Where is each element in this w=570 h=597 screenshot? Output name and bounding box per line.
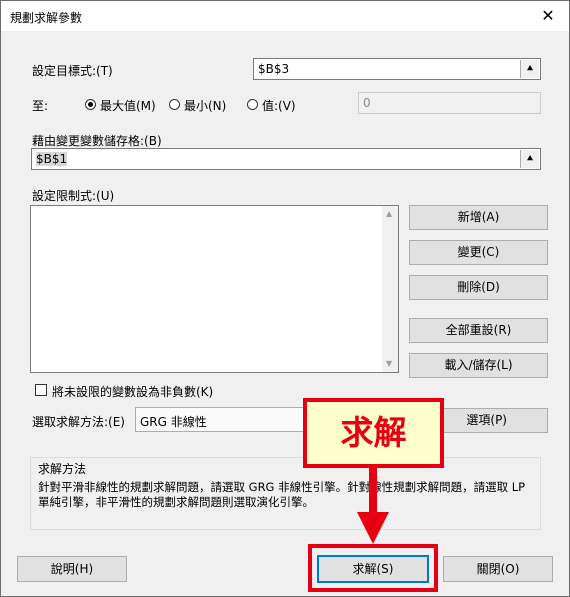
objective-value: $B$3 [258, 62, 290, 76]
title-bar: 規劃求解參數 ✕ [1, 1, 569, 31]
radio-max-label[interactable]: 最大值(M) [100, 97, 156, 114]
close-icon[interactable]: ✕ [537, 5, 559, 27]
radio-min-label[interactable]: 最小(N) [184, 97, 226, 114]
collapse-ref-icon[interactable]: ⯅ [520, 60, 539, 78]
callout-text: 求解 [340, 413, 407, 452]
method-select[interactable]: GRG 非線性 [135, 407, 315, 432]
add-button[interactable]: 新增(A) [409, 205, 548, 230]
variables-input[interactable]: $B$1 ⯅ [31, 148, 541, 170]
pointer-arrow-icon [357, 466, 389, 544]
value-of-input[interactable]: 0 [358, 92, 541, 114]
solve-callout: 求解 [303, 398, 444, 468]
window-title: 規劃求解參數 [10, 11, 83, 25]
value-of-value: 0 [363, 96, 371, 110]
method-description: 針對平滑非線性的規劃求解問題，請選取 GRG 非線性引擎。針對線性規劃求解問題，… [38, 480, 526, 509]
scroll-up-icon[interactable]: ▲ [386, 209, 392, 218]
to-label: 至: [32, 99, 49, 113]
nonneg-label[interactable]: 將未設限的變數設為非負數(K) [52, 383, 213, 400]
radio-value-label[interactable]: 值:(V) [262, 97, 296, 114]
options-button[interactable]: 選項(P) [441, 408, 548, 433]
radio-min[interactable] [169, 99, 180, 110]
reset-all-button[interactable]: 全部重設(R) [409, 318, 548, 343]
method-group-title: 求解方法 [38, 462, 87, 476]
solver-dialog: 規劃求解參數 ✕ 設定目標式:(T) $B$3 ⯅ 至: 最大值(M) 最小(N… [0, 0, 570, 597]
collapse-ref-icon[interactable]: ⯅ [520, 150, 539, 168]
close-button[interactable]: 關閉(O) [443, 556, 553, 582]
delete-button[interactable]: 刪除(D) [409, 275, 548, 300]
change-button[interactable]: 變更(C) [409, 240, 548, 265]
variables-label: 藉由變更變數儲存格:(B) [32, 134, 162, 148]
load-save-button[interactable]: 載入/儲存(L) [409, 353, 548, 378]
objective-input[interactable]: $B$3 ⯅ [253, 58, 541, 80]
constraints-list[interactable]: ▲ ▼ [30, 205, 399, 373]
constraints-scrollbar[interactable]: ▲ ▼ [382, 206, 398, 372]
nonneg-checkbox[interactable] [35, 384, 47, 396]
radio-value[interactable] [247, 99, 258, 110]
solve-highlight-box [308, 544, 438, 592]
method-label: 選取求解方法:(E) [32, 415, 125, 429]
help-button[interactable]: 說明(H) [17, 556, 127, 582]
constraints-label: 設定限制式:(U) [32, 189, 115, 203]
scroll-down-icon[interactable]: ▼ [386, 359, 392, 368]
variables-value: $B$1 [36, 152, 68, 166]
radio-max[interactable] [85, 99, 96, 110]
objective-label: 設定目標式:(T) [32, 64, 113, 78]
method-value: GRG 非線性 [140, 415, 207, 429]
